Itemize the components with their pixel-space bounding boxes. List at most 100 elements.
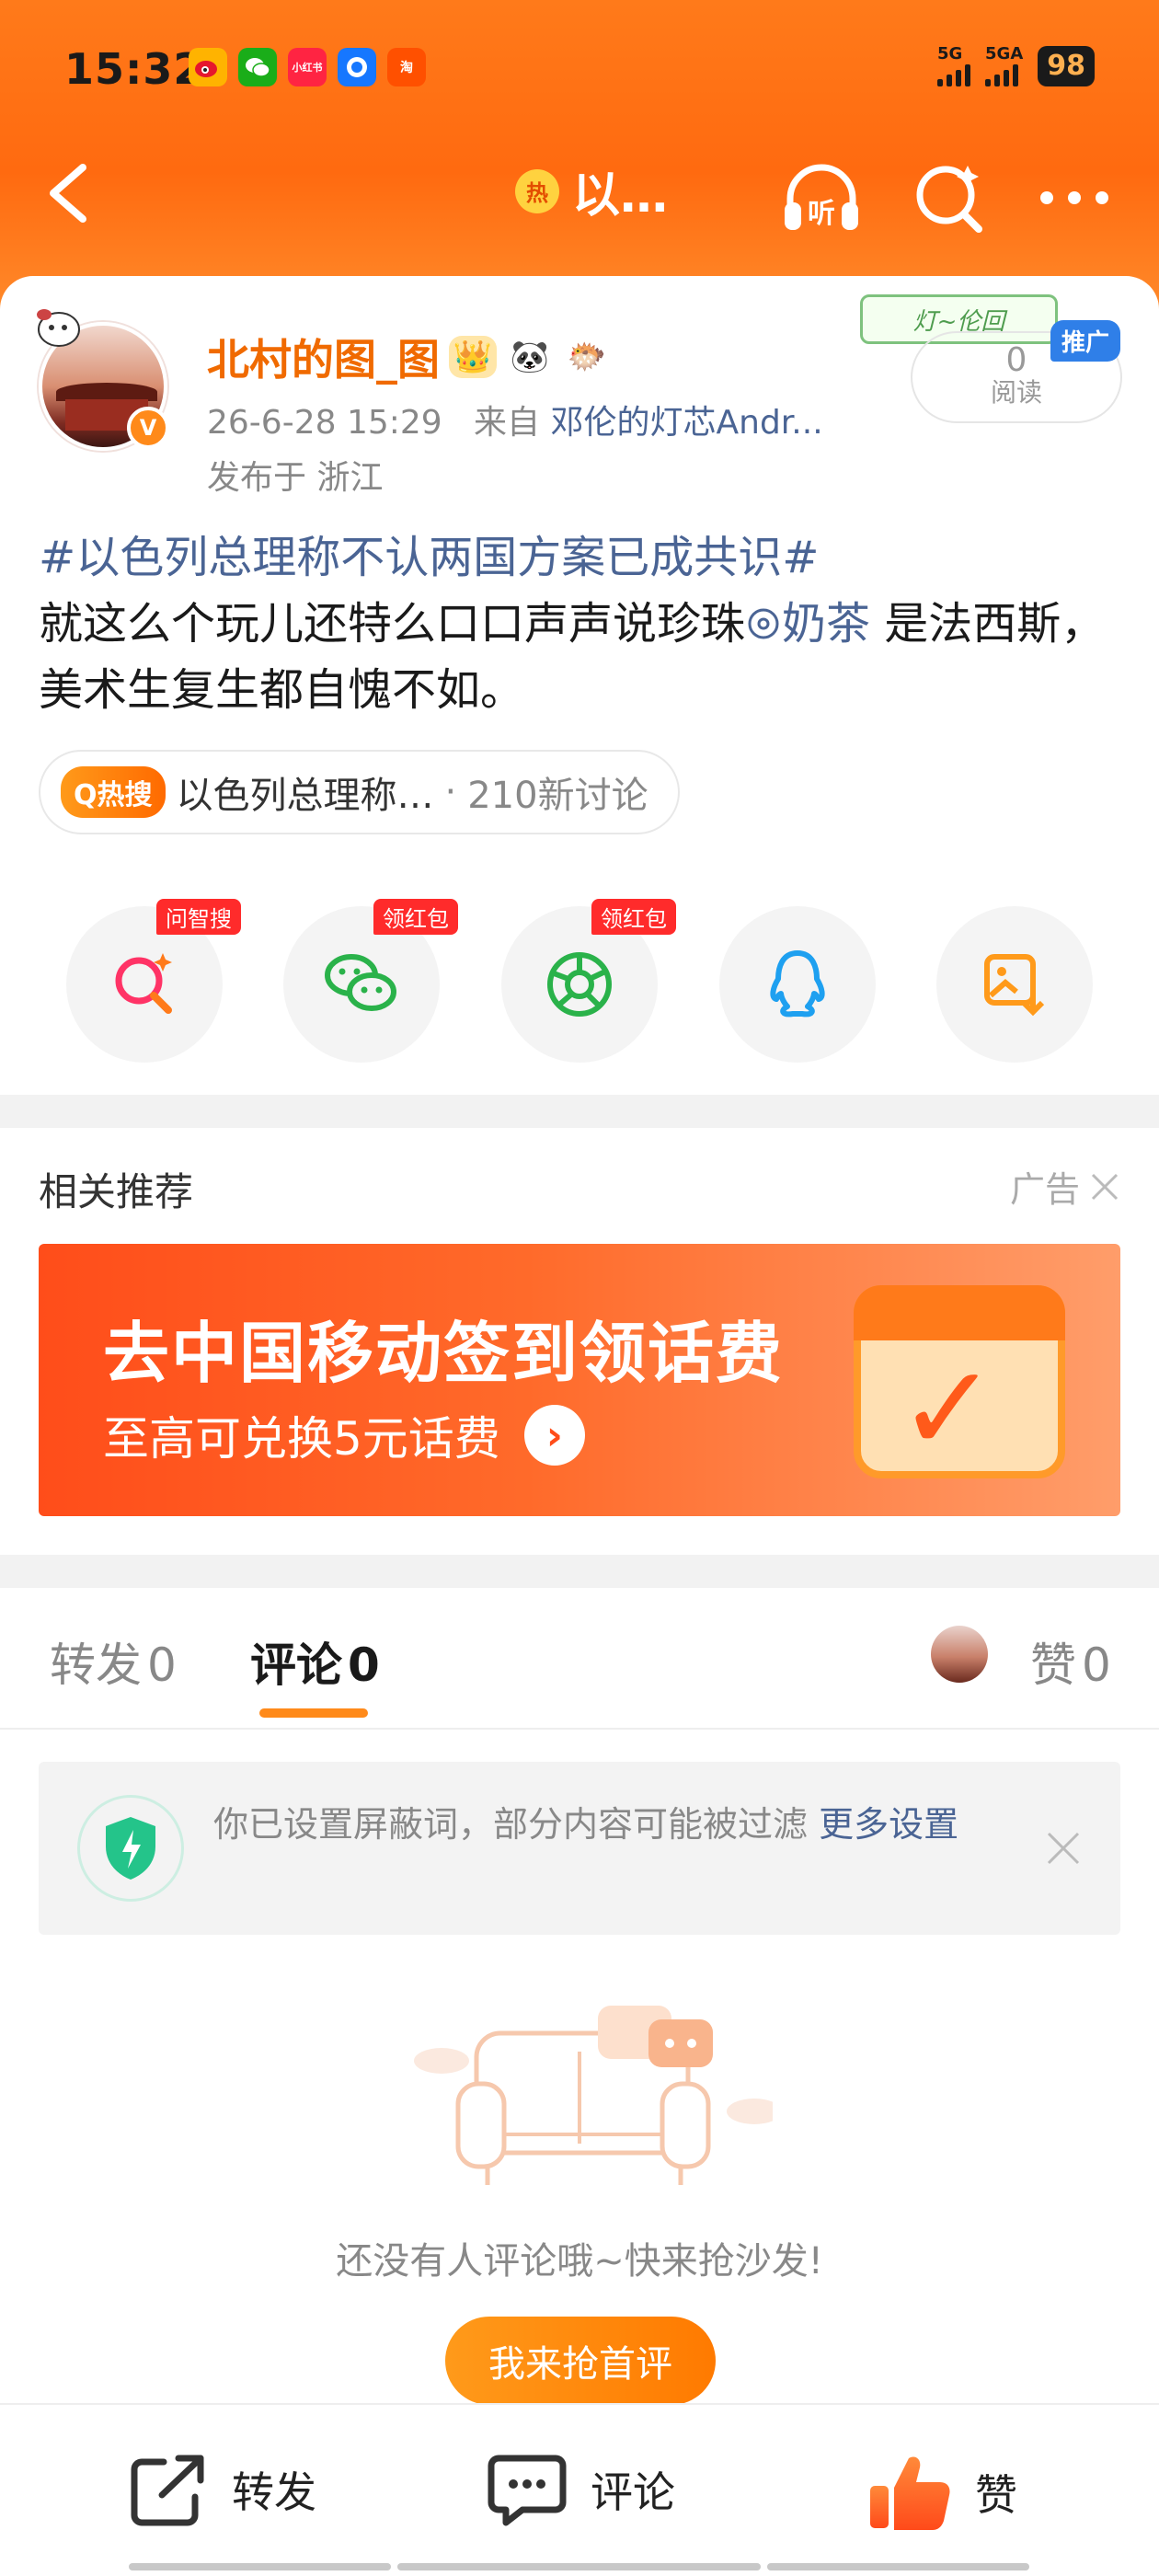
svg-text:听: 听 [808,198,835,230]
bottom-action-bar: 转发 评论 赞 [0,2403,1159,2576]
ad-label: 广告 [1009,1169,1080,1210]
weibo-icon [189,48,227,86]
share-badge: 问智搜 [156,899,241,935]
section-divider [0,1555,1159,1588]
xiaohongshu-icon: 小红书 [288,48,327,86]
avatar-decoration-icon [37,309,80,347]
post-card: V 北村的图_图 👑 🐼 🐡 26-6-28 15:29 来自 邓伦的灯芯And… [0,276,1159,1095]
ask-search-button[interactable]: 问智搜 [66,899,241,1063]
more-settings-link[interactable]: 更多设置 [819,1804,958,1845]
section-divider [0,1095,1159,1128]
ad-close-button[interactable]: 广告 [1010,1161,1120,1212]
qq-share-icon [770,950,825,1018]
save-image-icon [984,954,1045,1017]
ask-search-icon [115,953,172,1014]
hot-search-topic: 以色列总理称… [176,775,434,817]
home-indicator [397,2563,761,2570]
close-icon [1091,1173,1119,1200]
headphones-icon: 听 [785,164,858,230]
nav-bar: 热 以… 听 [0,138,1159,248]
signal-5ga-icon: 5GA [985,46,1023,86]
page-title[interactable]: 热 以… [515,156,668,225]
thumbs-up-icon [870,2456,950,2530]
comment-label: 评论 [591,2467,675,2517]
post-location: 发布于 浙江 [207,459,384,497]
notification-icons: 小红书 淘 [189,48,426,86]
search-icon [916,166,982,233]
post-meta: 26-6-28 15:29 来自 邓伦的灯芯Andr... [207,396,823,443]
system-indicators: 5G 5GA 98 [937,46,1095,86]
share-row: 问智搜 领红包 领红包 [0,899,1159,1072]
banner-title: 去中国移动签到领话费 [103,1315,785,1392]
calendar-icon: ✓ [854,1285,1065,1478]
post-source-link[interactable]: 邓伦的灯芯Andr... [551,404,823,442]
username[interactable]: 北村的图_图 👑 🐼 🐡 [207,327,611,387]
promo-badge: 推广 [1050,320,1121,362]
notice-text: 你已设置屏蔽词，部分内容可能被过滤 更多设置 [213,1804,959,1845]
tab-comment[interactable]: 评论 0 [250,1628,380,1695]
home-indicator [767,2563,1029,2570]
comment-button[interactable]: 评论 [486,2451,675,2528]
status-bar: 15:32 小红书 淘 5G 5GA 98 [0,37,1159,101]
more-icon [1040,191,1108,204]
hot-badge: 热 [515,168,559,213]
tab-repost[interactable]: 转发 0 [50,1628,177,1695]
ad-banner[interactable]: 去中国移动签到领话费 至高可兑换5元话费 › ✓ [39,1244,1120,1516]
wechat-share-button[interactable]: 领红包 [283,899,458,1063]
hashtag-link[interactable]: #以色列总理称不认两国方案已成共识# [39,532,819,583]
like-button[interactable]: 赞 [866,2451,1017,2534]
like-label: 赞 [975,2470,1017,2520]
separator: · [444,771,457,813]
read-label: 阅读 [990,377,1042,408]
super-topic-link[interactable]: 奶茶 [745,598,870,650]
search-button[interactable] [906,156,994,239]
qq-share-button[interactable] [719,906,876,1063]
share-badge: 领红包 [373,899,458,935]
battery-indicator: 98 [1038,46,1095,86]
alipay-icon [338,48,376,86]
discussion-count: 210新讨论 [467,775,648,817]
fish-badge-icon: 🐡 [567,339,607,375]
post-timestamp: 26-6-28 15:29 [207,404,442,442]
liker-avatar[interactable] [931,1626,988,1683]
source-prefix: 来自 [474,404,541,442]
username-text: 北村的图_图 [207,335,440,385]
flower-icon [748,608,779,639]
related-title: 相关推荐 [39,1169,194,1214]
crown-badge-icon: 👑 [449,336,497,378]
page-title-text: 以… [572,168,669,224]
wechat-icon [238,48,277,86]
hot-search-tag: Q热搜 [61,766,166,818]
wechat-share-icon [325,954,396,1011]
moments-share-icon [547,952,612,1017]
empty-comments-text: 还没有人评论哦~快来抢沙发! [336,2240,823,2283]
comment-bubble-icon [488,2455,567,2526]
hot-search-pill[interactable]: Q热搜 以色列总理称… · 210新讨论 [39,750,680,834]
verified-badge-icon: V [127,407,169,449]
tab-indicator [259,1708,368,1718]
more-button[interactable] [1030,156,1119,239]
chevron-right-icon: › [523,1405,585,1466]
save-image-button[interactable] [936,906,1093,1063]
panda-badge-icon: 🐼 [510,339,550,375]
back-button[interactable] [37,156,101,230]
close-icon[interactable] [1043,1828,1084,1869]
repost-label: 转发 [232,2467,316,2517]
filter-notice: 你已设置屏蔽词，部分内容可能被过滤 更多设置 [39,1762,1120,1935]
post-text-part1: 就这么个玩儿还特么口口声声说珍珠 [39,598,746,650]
chevron-left-icon [50,164,86,223]
shield-icon [77,1795,184,1902]
home-indicator [129,2563,391,2570]
repost-button[interactable]: 转发 [127,2451,316,2528]
clock: 15:32 [64,44,204,94]
listen-button[interactable]: 听 [777,156,866,239]
share-badge: 领红包 [591,899,676,935]
taobao-icon: 淘 [387,48,426,86]
first-comment-button[interactable]: 我来抢首评 [445,2317,716,2405]
tab-like[interactable]: 赞0 [1030,1628,1111,1695]
post-body: #以色列总理称不认两国方案已成共识# 就这么个玩儿还特么口口声声说珍珠 奶茶 是法… [39,524,1124,723]
moments-share-button[interactable]: 领红包 [501,899,676,1063]
interaction-tabs: 转发 0 评论 0 赞0 [0,1587,1159,1730]
share-arrow-icon [131,2455,204,2526]
sofa-illustration-icon [414,2006,773,2185]
